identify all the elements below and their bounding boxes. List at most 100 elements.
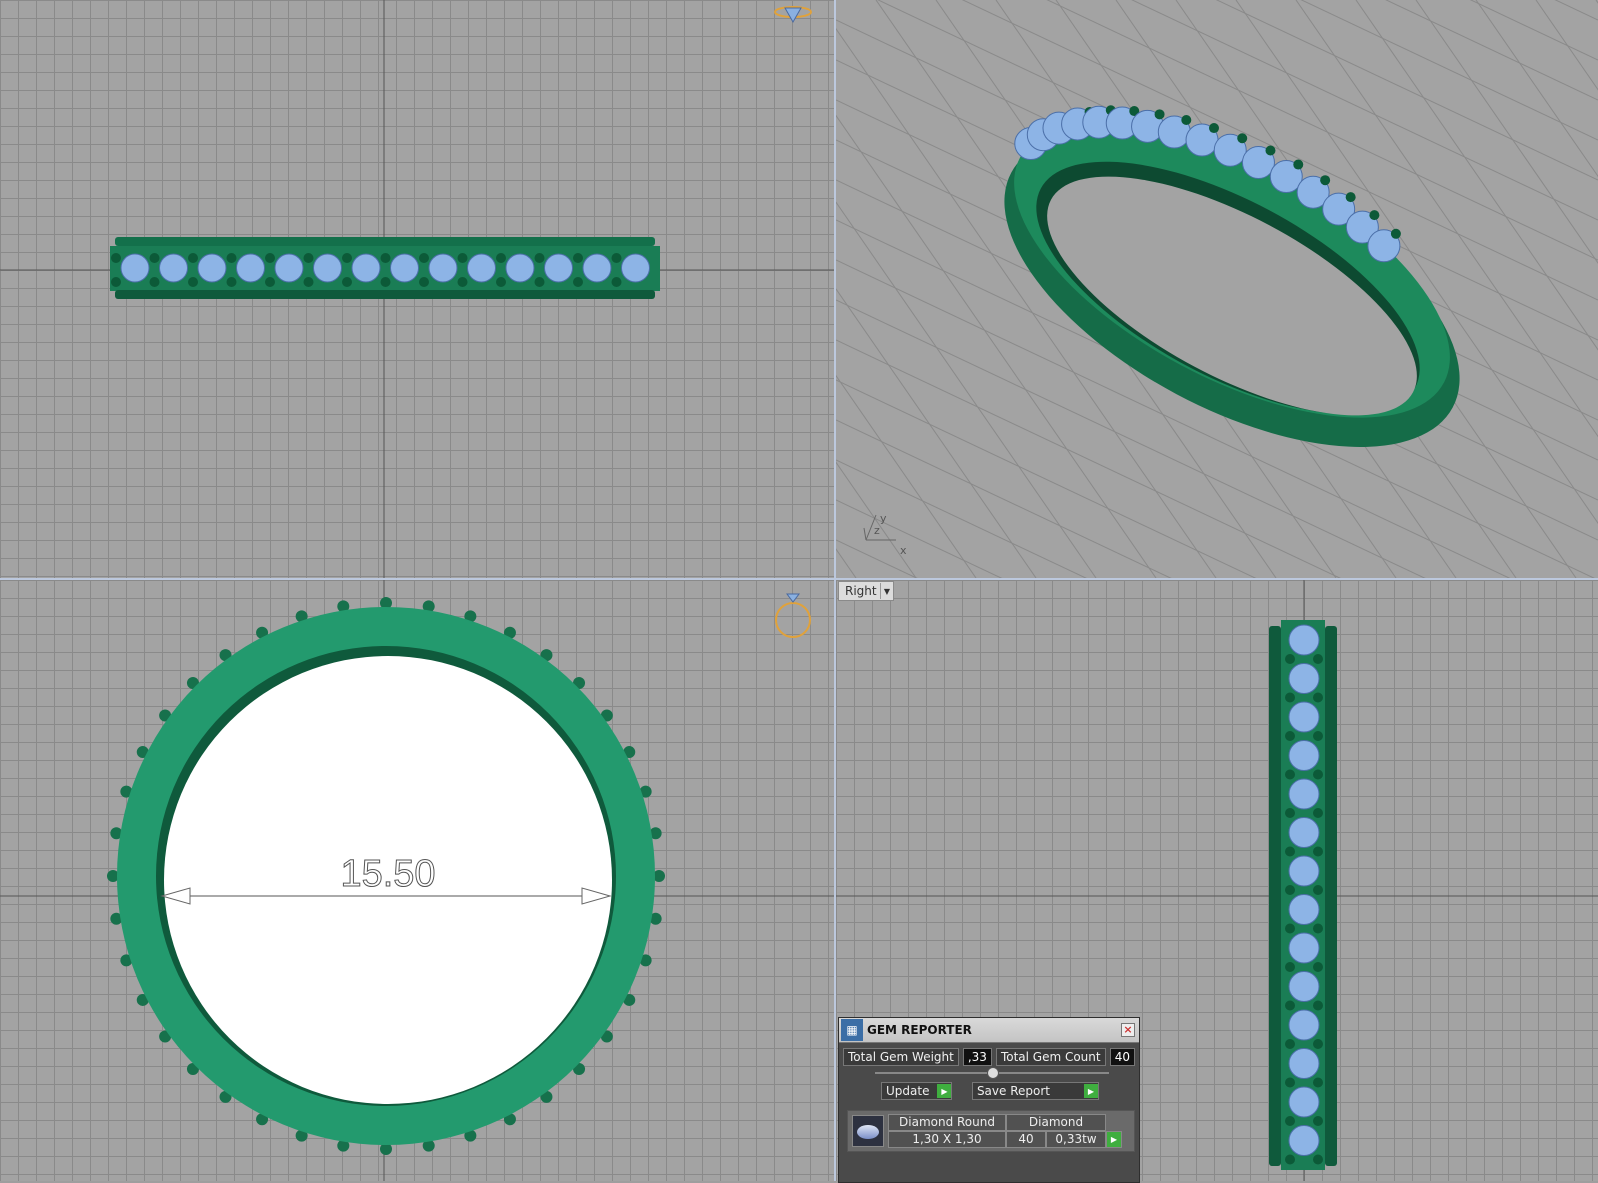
gem — [1288, 932, 1320, 964]
prong-bead — [303, 277, 314, 287]
gem-reporter-slider[interactable] — [875, 1067, 1109, 1079]
prong-bead — [1313, 923, 1323, 934]
gem — [1288, 1086, 1320, 1118]
prong-bead — [1285, 769, 1295, 780]
viewport-divider-vertical[interactable] — [834, 0, 836, 1181]
grid-line — [1535, 0, 1598, 91]
axis-label-y: y — [880, 512, 887, 525]
prong-bead — [342, 277, 352, 287]
prong-bead — [1285, 1000, 1295, 1011]
play-arrow-icon: ▶ — [937, 1084, 952, 1098]
gem-thumbnail-icon[interactable] — [852, 1115, 884, 1147]
prong-bead — [1390, 228, 1401, 239]
ring-band-left-edge — [1269, 626, 1281, 1166]
viewport-divider-horizontal[interactable] — [0, 578, 1598, 580]
viewport-front[interactable] — [0, 0, 834, 578]
grid-line — [1385, 0, 1598, 101]
prong-bead — [534, 253, 545, 263]
prong-bead — [611, 277, 622, 287]
prong-bead — [1313, 692, 1323, 703]
gem — [1288, 817, 1320, 848]
prong-bead — [149, 277, 160, 287]
prong-bead — [573, 277, 583, 287]
prong-bead — [1181, 115, 1192, 126]
ring-band-right-edge — [1325, 626, 1337, 1166]
prong-bead — [1285, 846, 1295, 857]
view-selector-label: Right — [845, 584, 877, 598]
prong-bead — [534, 277, 545, 287]
gem-size-cell: 1,30 X 1,30 — [888, 1131, 1006, 1148]
prong-bead — [1285, 962, 1295, 972]
prong-bead — [1313, 1000, 1323, 1011]
view-selector-dropdown[interactable]: Right ▼ — [838, 581, 894, 601]
gem-weight-cell: 0,33tw — [1046, 1131, 1106, 1148]
prong-bead — [380, 277, 391, 287]
prong-bead — [1313, 1039, 1323, 1049]
prong-bead — [111, 253, 121, 263]
gem — [1288, 1125, 1320, 1156]
gem — [1288, 1009, 1320, 1041]
play-arrow-icon[interactable]: ▶ — [1106, 1131, 1122, 1148]
grid-line — [836, 548, 857, 578]
prong-bead — [1209, 123, 1220, 134]
play-arrow-icon: ▶ — [1084, 1084, 1098, 1098]
gem — [467, 253, 496, 283]
viewport-top[interactable]: 15.50 — [0, 580, 834, 1181]
prong-bead — [1313, 962, 1323, 972]
prong-bead — [1285, 654, 1295, 664]
update-button-label: Update — [886, 1084, 930, 1098]
prong-bead — [303, 253, 314, 263]
dimension-label: 15.50 — [340, 853, 435, 895]
gem — [313, 253, 342, 283]
update-button[interactable]: Update ▶ — [881, 1082, 953, 1100]
gem — [1288, 778, 1320, 810]
gem — [120, 253, 150, 283]
prong-bead — [149, 253, 160, 263]
gem — [390, 253, 419, 283]
gem — [428, 253, 458, 283]
prong-bead — [1313, 846, 1323, 857]
prong-bead — [111, 277, 121, 287]
slider-knob[interactable] — [987, 1067, 999, 1079]
prong-bead — [1313, 808, 1323, 818]
prong-bead — [496, 277, 506, 287]
prong-bead — [1285, 885, 1295, 895]
view-gizmo-diamond-icon[interactable] — [774, 6, 812, 24]
grid-line — [836, 539, 918, 578]
gem-reporter-titlebar[interactable]: ▦ GEM REPORTER × — [839, 1018, 1139, 1043]
gem — [1288, 740, 1320, 771]
prong-bead — [265, 253, 275, 263]
prong-bead — [419, 277, 429, 287]
gem — [1288, 701, 1320, 733]
prong-bead — [1265, 145, 1276, 156]
prong-bead — [1313, 1116, 1323, 1126]
ring-band-top-edge — [115, 237, 655, 246]
front-view-canvas — [0, 0, 834, 578]
prong-bead — [1285, 808, 1295, 818]
prong-bead — [1313, 1154, 1323, 1165]
chevron-down-icon[interactable]: ▼ — [880, 583, 893, 599]
ring-band-bottom-edge — [115, 290, 655, 299]
view-gizmo-ring-icon[interactable] — [775, 593, 811, 638]
close-icon[interactable]: × — [1121, 1023, 1135, 1037]
axis-label-x: x — [900, 544, 907, 557]
grid-line — [836, 374, 977, 578]
save-report-button[interactable]: Save Report ▶ — [971, 1082, 1099, 1100]
viewport-perspective[interactable]: y z x — [836, 0, 1598, 578]
prong-bead — [457, 277, 468, 287]
prong-bead — [1345, 192, 1356, 203]
total-gem-weight-label: Total Gem Weight — [843, 1048, 959, 1066]
gem-shape-header: Diamond Round — [888, 1114, 1006, 1131]
prong-bead — [1285, 1039, 1295, 1049]
gem — [1288, 855, 1320, 887]
prong-bead — [1369, 210, 1380, 221]
prong-bead — [419, 253, 429, 263]
prong-bead — [1237, 133, 1248, 144]
prong-bead — [1285, 923, 1295, 934]
prong-bead — [1293, 159, 1304, 170]
prong-bead — [1285, 1116, 1295, 1126]
axis-label-z: z — [874, 524, 880, 537]
prong-bead — [1285, 1154, 1295, 1165]
gem — [351, 253, 381, 283]
gem-list-item[interactable]: Diamond Round Diamond 1,30 X 1,30 40 0,3… — [888, 1114, 1122, 1148]
